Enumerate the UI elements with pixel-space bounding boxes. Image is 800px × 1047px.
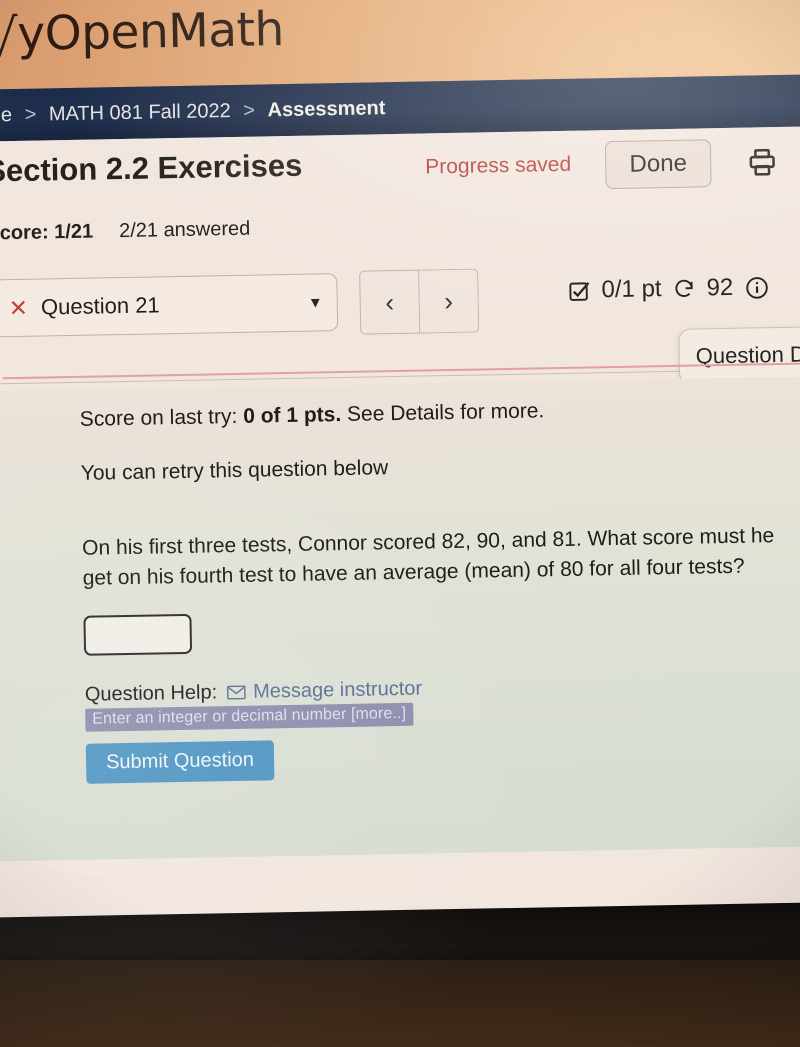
browser-window: √ yOpenMath me > MATH 081 Fall 2022 > As… <box>0 0 800 918</box>
points-group: 0/1 pt 92 <box>567 273 769 305</box>
info-icon[interactable] <box>744 275 769 300</box>
attempts-value: 92 <box>706 273 734 302</box>
checked-box-icon <box>567 279 590 302</box>
breadcrumb-current: Assessment <box>267 96 386 121</box>
radical-icon: √ <box>0 8 19 70</box>
question-help-label: Question Help: <box>84 680 218 706</box>
previous-question-button[interactable]: ‹ <box>359 269 421 335</box>
printer-icon <box>749 148 775 176</box>
next-question-button[interactable]: › <box>419 268 480 334</box>
question-selector-label: Question 21 <box>40 292 160 320</box>
last-try-value: 0 of 1 pts. <box>242 403 342 428</box>
question-selector[interactable]: ✕ Question 21 ▼ <box>0 273 339 338</box>
retry-note: You can retry this question below <box>80 456 389 485</box>
myopenmath-logo[interactable]: √ yOpenMath <box>0 2 285 70</box>
envelope-icon <box>227 685 246 700</box>
last-try-prefix: Score on last try: <box>79 404 238 431</box>
logo-text: yOpenMath <box>16 2 285 62</box>
input-format-hint: Enter an integer or decimal number [more… <box>85 702 414 732</box>
last-try-suffix: See Details for more. <box>346 399 545 426</box>
question-nav-row: ✕ Question 21 ▼ ‹ › 0/1 pt 92 Question D <box>0 250 800 385</box>
question-card: Score on last try: 0 of 1 pts. See Detai… <box>0 375 800 862</box>
breadcrumb-separator-2: > <box>243 99 256 122</box>
message-instructor-link[interactable]: Message instructor <box>227 677 422 704</box>
print-button[interactable] <box>741 141 784 184</box>
incorrect-x-icon: ✕ <box>8 294 29 321</box>
breadcrumb-separator-1: > <box>24 103 37 126</box>
question-prompt: On his first three tests, Connor scored … <box>81 524 775 590</box>
progress-status: Progress saved <box>425 152 572 179</box>
answered-text: 2/21 answered <box>118 217 251 242</box>
chevron-down-icon: ▼ <box>307 293 323 312</box>
done-button[interactable]: Done <box>604 139 712 190</box>
answer-input[interactable] <box>83 613 193 656</box>
page-body: Section 2.2 Exercises Progress saved Don… <box>0 125 800 918</box>
retry-arrow-icon <box>672 277 695 300</box>
breadcrumb-course[interactable]: MATH 081 Fall 2022 <box>49 100 231 125</box>
last-try-score: Score on last try: 0 of 1 pts. See Detai… <box>80 395 800 432</box>
breadcrumb: me > MATH 081 Fall 2022 > Assessment <box>0 97 386 127</box>
submit-question-button[interactable]: Submit Question <box>85 739 275 784</box>
breadcrumb-home[interactable]: me <box>0 104 12 127</box>
photo-scene: √ yOpenMath me > MATH 081 Fall 2022 > As… <box>0 0 800 1047</box>
message-instructor-label: Message instructor <box>252 677 423 703</box>
question-pager: ‹ › <box>359 268 480 335</box>
desk-surface <box>0 960 800 1047</box>
page-title: Section 2.2 Exercises <box>0 147 303 189</box>
points-value: 0/1 pt <box>601 275 662 304</box>
score-text: Score: 1/21 <box>0 220 94 245</box>
